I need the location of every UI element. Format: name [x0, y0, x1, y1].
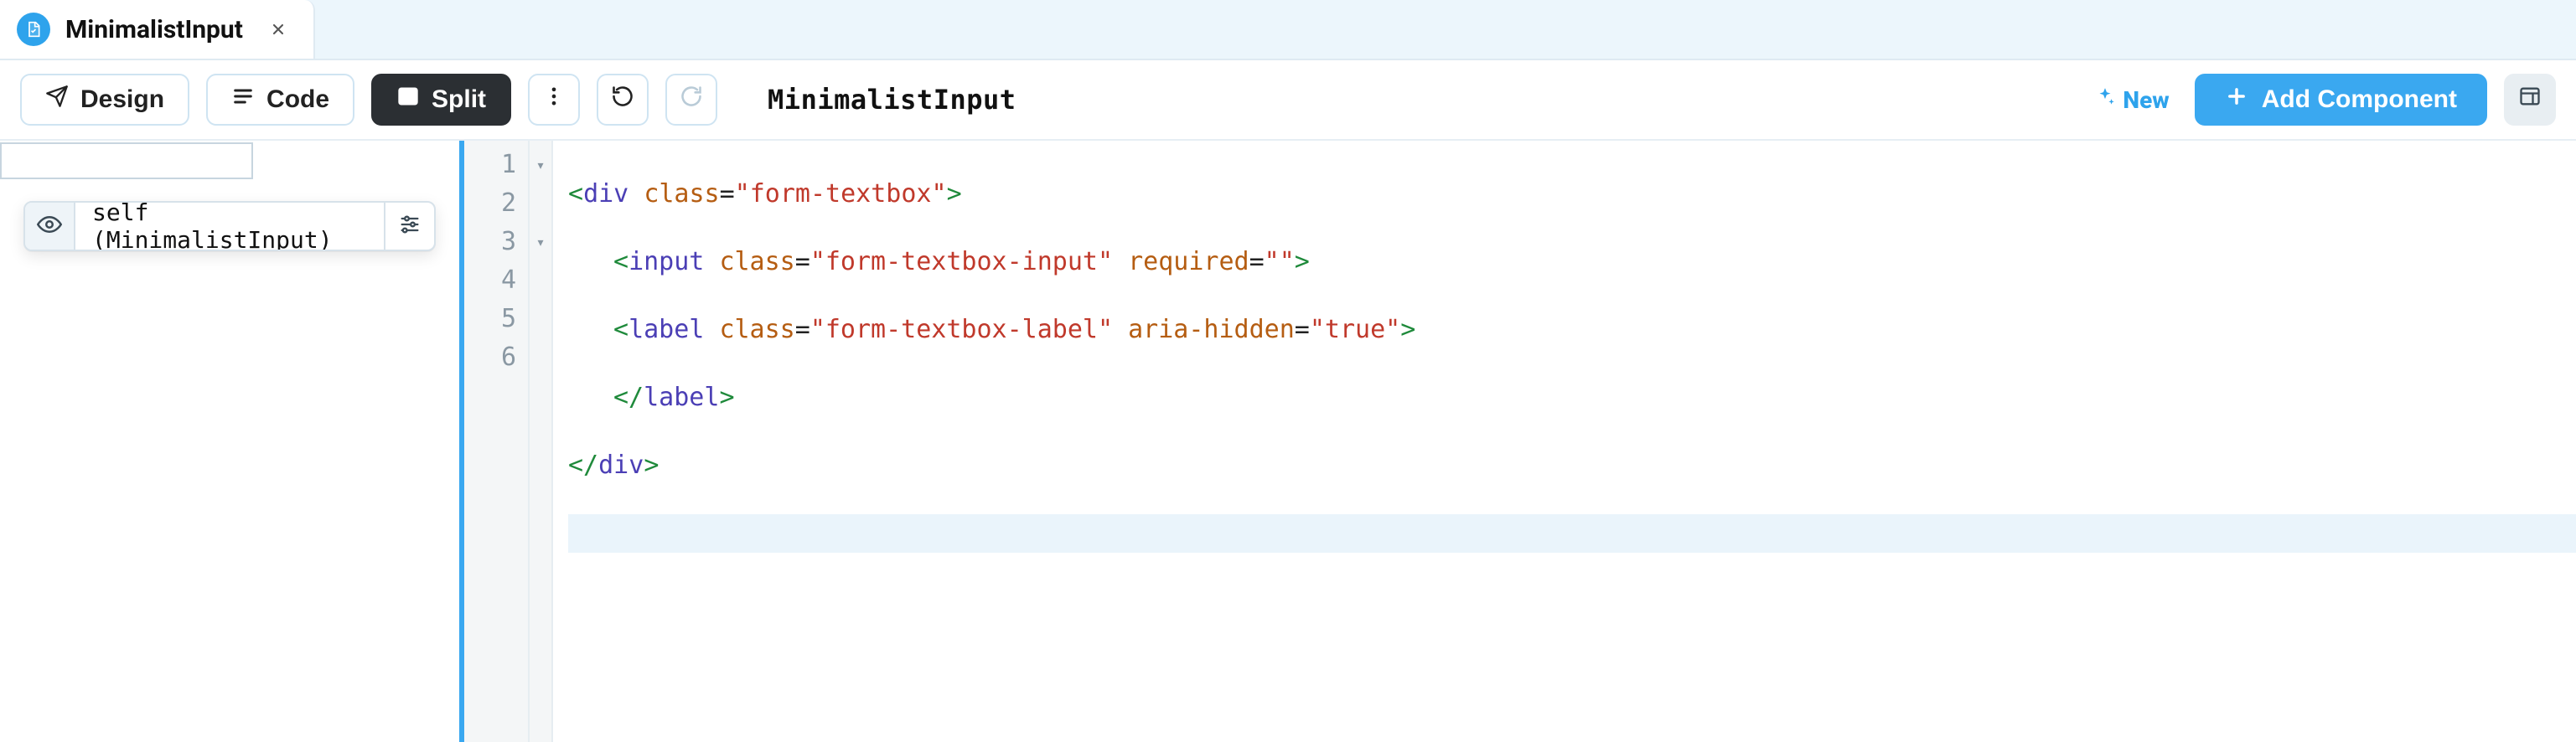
panel-toggle-button[interactable] — [2504, 74, 2556, 126]
design-label: Design — [80, 85, 164, 114]
split-label: Split — [432, 85, 486, 114]
code-line: <label class="form-textbox-label" aria-h… — [568, 311, 2576, 349]
line-gutter: 1 2 3 4 5 6 — [464, 141, 530, 742]
new-link[interactable]: New — [2086, 86, 2177, 114]
code-editor[interactable]: 1 2 3 4 5 6 ▾ ▾ <div class="form-textbox… — [464, 141, 2576, 742]
undo-button[interactable] — [597, 74, 649, 126]
paper-plane-icon — [45, 85, 69, 115]
tab-title: MinimalistInput — [65, 15, 243, 44]
line-number: 5 — [464, 300, 528, 338]
design-button[interactable]: Design — [20, 74, 189, 126]
code-line: <input class="form-textbox-input" requir… — [568, 243, 2576, 281]
sliders-icon — [398, 213, 422, 240]
code-line — [568, 514, 2576, 553]
left-pane: self (MinimalistInput) — [0, 141, 464, 742]
code-line: <div class="form-textbox"> — [568, 175, 2576, 214]
list-icon — [231, 85, 255, 115]
code-button[interactable]: Code — [206, 74, 354, 126]
kebab-icon — [542, 85, 566, 115]
split-view-icon — [396, 85, 420, 115]
main-split: self (MinimalistInput) 1 2 3 4 5 — [0, 141, 2576, 742]
line-number: 1 — [464, 146, 528, 184]
tab-minimalistinput[interactable]: MinimalistInput — [0, 0, 315, 59]
fold-toggle[interactable]: ▾ — [530, 146, 551, 184]
fold-gutter: ▾ ▾ — [530, 141, 553, 742]
line-number: 4 — [464, 261, 528, 300]
add-component-label: Add Component — [2262, 85, 2457, 114]
close-icon[interactable] — [266, 18, 290, 41]
tree-node-self[interactable]: self (MinimalistInput) — [23, 201, 436, 251]
line-number: 3 — [464, 223, 528, 261]
node-settings-button[interactable] — [384, 203, 434, 250]
layout-panel-icon — [2518, 85, 2542, 115]
eye-icon — [37, 212, 62, 240]
new-label: New — [2123, 86, 2169, 114]
tab-strip: MinimalistInput — [0, 0, 2576, 60]
visibility-toggle[interactable] — [25, 203, 75, 250]
code-label: Code — [266, 85, 329, 114]
tree-node-label: self (MinimalistInput) — [75, 201, 384, 251]
tree-search-input[interactable] — [0, 142, 253, 179]
component-file-icon — [17, 13, 50, 46]
component-tree: self (MinimalistInput) — [0, 201, 459, 251]
line-number: 2 — [464, 184, 528, 223]
add-component-button[interactable]: Add Component — [2195, 74, 2487, 126]
line-number: 6 — [464, 338, 528, 377]
fold-toggle[interactable]: ▾ — [530, 223, 551, 261]
code-line: </label> — [568, 379, 2576, 417]
split-button[interactable]: Split — [371, 74, 511, 126]
redo-button[interactable] — [665, 74, 717, 126]
plus-icon — [2225, 85, 2248, 115]
redo-icon — [680, 85, 703, 115]
more-button[interactable] — [528, 74, 580, 126]
code-area[interactable]: <div class="form-textbox"> <input class=… — [553, 141, 2576, 742]
sparkle-icon — [2094, 86, 2116, 114]
toolbar: Design Code Split — [0, 60, 2576, 141]
code-line: </div> — [568, 446, 2576, 485]
current-component-title: MinimalistInput — [768, 84, 1016, 116]
undo-icon — [611, 85, 634, 115]
